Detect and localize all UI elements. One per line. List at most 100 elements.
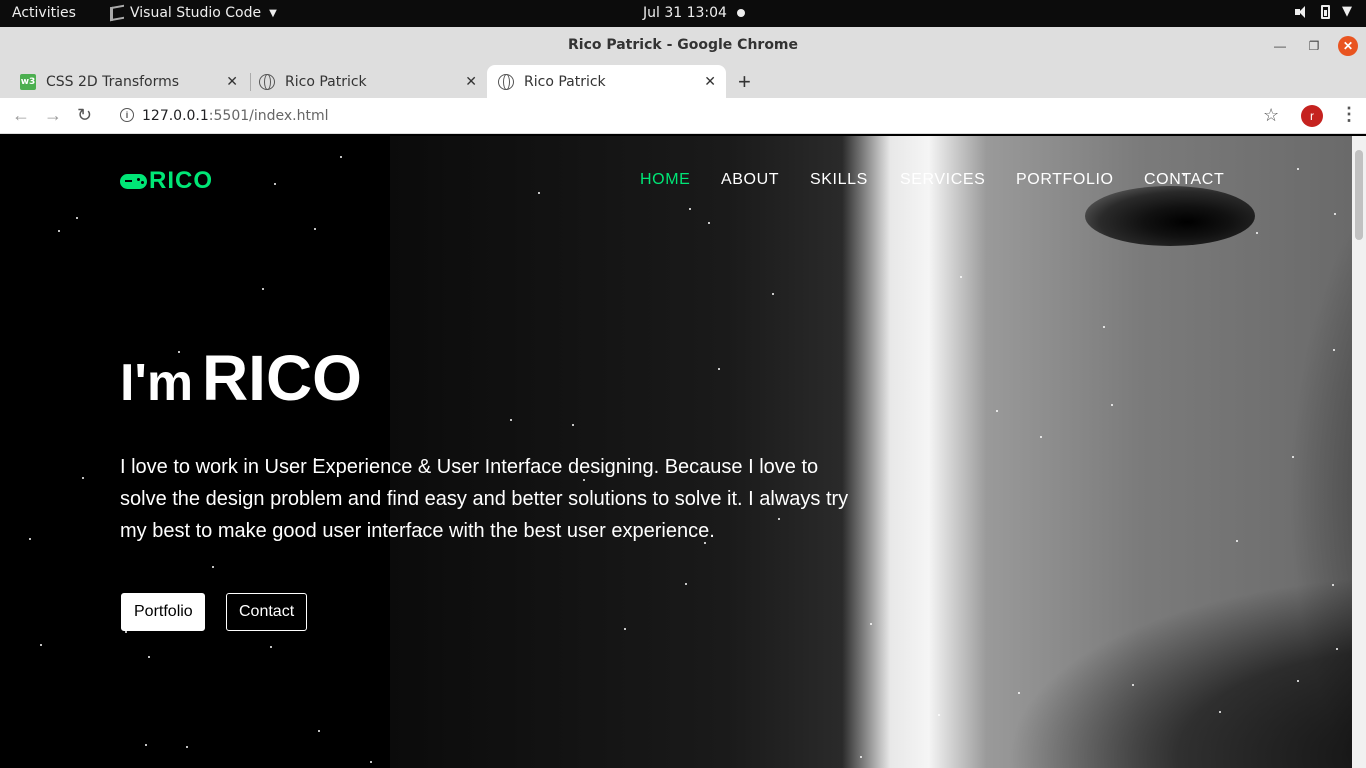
star-particle xyxy=(685,583,687,585)
nav-contact[interactable]: CONTACT xyxy=(1144,171,1224,189)
star-particle xyxy=(1219,711,1221,713)
nav-skills[interactable]: SKILLS xyxy=(810,171,868,189)
nav-about[interactable]: ABOUT xyxy=(721,171,779,189)
battery-icon xyxy=(1321,4,1330,19)
close-tab-icon[interactable]: ✕ xyxy=(226,74,238,90)
star-particle xyxy=(318,730,320,732)
star-particle xyxy=(212,566,214,568)
system-top-bar: Activities Visual Studio Code ▼ Jul 31 1… xyxy=(0,0,1366,27)
star-particle xyxy=(1111,404,1113,406)
star-particle xyxy=(76,217,78,219)
app-menu[interactable]: Visual Studio Code ▼ xyxy=(110,4,277,22)
star-particle xyxy=(572,424,574,426)
close-tab-icon[interactable]: ✕ xyxy=(704,74,716,90)
globe-icon xyxy=(498,73,514,90)
url-path: :5501/index.html xyxy=(208,108,329,124)
site-logo[interactable]: RICO xyxy=(120,167,213,195)
logo-text: RICO xyxy=(149,167,213,194)
star-particle xyxy=(624,628,626,630)
star-particle xyxy=(29,538,31,540)
star-particle xyxy=(689,208,691,210)
portfolio-button[interactable]: Portfolio xyxy=(121,593,205,631)
hero-name: RICO xyxy=(201,342,362,414)
close-tab-icon[interactable]: ✕ xyxy=(465,74,477,90)
tab-rico-patrick-active[interactable]: Rico Patrick ✕ xyxy=(487,65,726,98)
activities-button[interactable]: Activities xyxy=(12,5,76,21)
star-particle xyxy=(40,644,42,646)
window-title: Rico Patrick - Google Chrome xyxy=(567,37,799,53)
star-particle xyxy=(148,656,150,658)
nav-home[interactable]: HOME xyxy=(640,171,690,189)
tab-title: Rico Patrick xyxy=(285,73,367,90)
star-particle xyxy=(340,156,342,158)
w3schools-favicon-icon: w3 xyxy=(20,73,36,90)
star-particle xyxy=(538,192,540,194)
speaker-icon xyxy=(1295,5,1309,18)
notification-dot-icon xyxy=(737,9,745,17)
chevron-down-icon: ▼ xyxy=(1342,4,1352,19)
profile-avatar[interactable]: r xyxy=(1301,105,1323,127)
tab-title: CSS 2D Transforms xyxy=(46,73,180,90)
star-particle xyxy=(370,761,372,763)
hero-title: I'm RICO xyxy=(120,341,362,415)
page-scrollbar[interactable] xyxy=(1352,136,1366,768)
star-particle xyxy=(1297,680,1299,682)
tab-separator xyxy=(250,73,251,91)
tab-rico-patrick[interactable]: Rico Patrick ✕ xyxy=(259,65,487,98)
hero-description: I love to work in User Experience & User… xyxy=(120,456,849,542)
new-tab-button[interactable]: + xyxy=(738,69,751,95)
star-particle xyxy=(1236,540,1238,542)
window-titlebar: Rico Patrick - Google Chrome — ❐ ✕ xyxy=(0,27,1366,63)
url-host: 127.0.0.1 xyxy=(142,108,209,124)
address-bar[interactable]: i 127.0.0.1:5501/index.html xyxy=(110,102,1290,130)
star-particle xyxy=(1256,232,1258,234)
url-text[interactable]: 127.0.0.1:5501/index.html xyxy=(142,108,329,124)
star-particle xyxy=(145,744,147,746)
star-particle xyxy=(510,419,512,421)
star-particle xyxy=(1103,326,1105,328)
star-particle xyxy=(314,228,316,230)
star-particle xyxy=(274,183,276,185)
star-particle xyxy=(938,714,940,716)
chrome-menu-icon[interactable]: ⋮ xyxy=(1340,104,1358,125)
nav-services[interactable]: SERVICES xyxy=(900,171,985,189)
star-particle xyxy=(1040,436,1042,438)
nav-portfolio[interactable]: PORTFOLIO xyxy=(1016,171,1114,189)
close-window-button[interactable]: ✕ xyxy=(1338,36,1358,56)
star-particle xyxy=(1018,692,1020,694)
star-particle xyxy=(718,368,720,370)
system-tray[interactable]: ▼ xyxy=(1295,4,1352,19)
star-particle xyxy=(960,276,962,278)
site-info-icon[interactable]: i xyxy=(120,108,134,122)
globe-icon xyxy=(259,73,275,90)
star-particle xyxy=(996,410,998,412)
vscode-icon xyxy=(110,4,124,22)
contact-button[interactable]: Contact xyxy=(226,593,307,631)
minimize-button[interactable]: — xyxy=(1270,36,1290,56)
scrollbar-thumb[interactable] xyxy=(1355,150,1363,240)
star-particle xyxy=(262,288,264,290)
clock[interactable]: Jul 31 13:04 xyxy=(643,5,727,21)
app-menu-label: Visual Studio Code xyxy=(130,5,262,21)
star-particle xyxy=(1333,349,1335,351)
star-particle xyxy=(708,222,710,224)
star-particle xyxy=(82,477,84,479)
star-particle xyxy=(1332,584,1334,586)
bookmark-star-icon[interactable]: ☆ xyxy=(1263,105,1279,126)
star-particle xyxy=(1297,168,1299,170)
star-particle xyxy=(772,293,774,295)
star-particle xyxy=(870,623,872,625)
star-particle xyxy=(860,756,862,758)
star-particle xyxy=(58,230,60,232)
gamepad-icon xyxy=(120,173,147,189)
forward-arrow-icon[interactable]: → xyxy=(44,105,62,126)
chevron-down-icon: ▼ xyxy=(269,7,277,19)
tab-css-2d-transforms[interactable]: w3 CSS 2D Transforms ✕ xyxy=(20,65,248,98)
maximize-button[interactable]: ❐ xyxy=(1304,36,1324,56)
star-particle xyxy=(1132,684,1134,686)
browser-toolbar: ← → ↻ i 127.0.0.1:5501/index.html xyxy=(0,98,1366,134)
web-page: RICO HOME ABOUT SKILLS SERVICES PORTFOLI… xyxy=(0,136,1352,768)
back-arrow-icon[interactable]: ← xyxy=(12,105,30,126)
hero-greeting: I'm xyxy=(120,354,194,412)
reload-icon[interactable]: ↻ xyxy=(77,105,92,126)
